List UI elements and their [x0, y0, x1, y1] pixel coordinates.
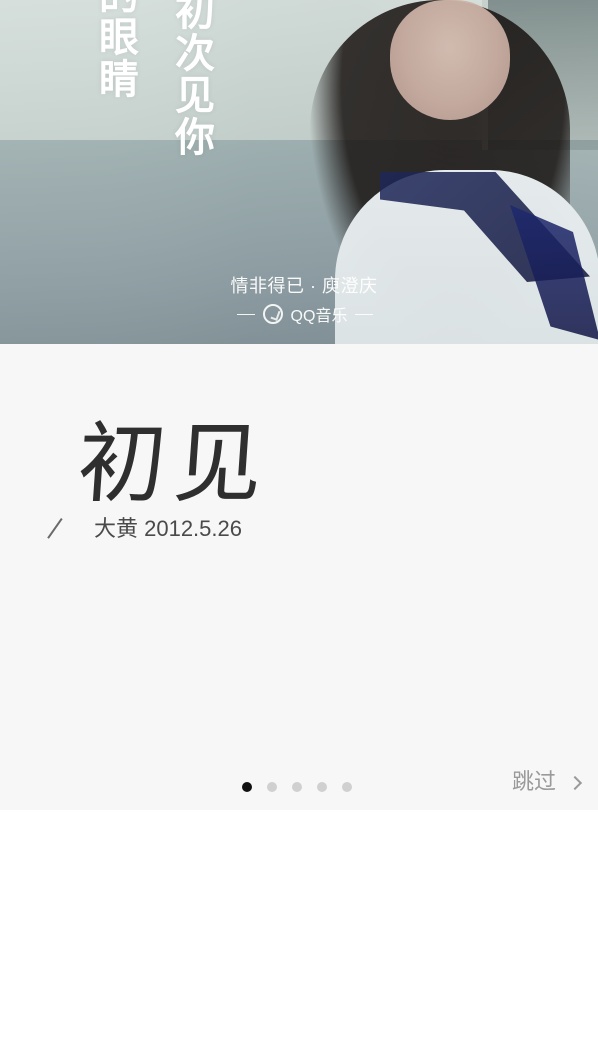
page-dot-4[interactable] — [317, 782, 327, 792]
page-dot-5[interactable] — [342, 782, 352, 792]
brand-label: QQ音乐 — [290, 308, 348, 325]
skip-button[interactable]: 跳过 — [512, 770, 582, 796]
page-title: 初见 — [74, 412, 274, 515]
hero-vertical-title-1: 的眼睛 — [92, 0, 139, 100]
page-dot-1[interactable] — [242, 782, 252, 792]
hero-person-face — [390, 0, 510, 120]
meta-line: 大黄 2012.5.26 — [56, 516, 242, 542]
slash-icon — [56, 518, 78, 540]
page-dot-3[interactable] — [292, 782, 302, 792]
skip-label: 跳过 — [511, 770, 556, 795]
brand-line: QQ音乐 — [220, 302, 390, 326]
page-dot-2[interactable] — [267, 782, 277, 792]
song-credit: 情非得已 · 庾澄庆 — [230, 276, 378, 296]
splash-screen: 的眼睛 初次见你 情非得已 · 庾澄庆 QQ音乐 初见 大黄 2012.5.26 — [0, 0, 598, 1064]
chevron-right-icon — [570, 777, 582, 789]
brand-right-dash — [355, 313, 374, 315]
qq-music-icon — [262, 304, 283, 324]
content-card: 初见 大黄 2012.5.26 跳过 — [0, 344, 598, 810]
page-indicator — [242, 780, 352, 794]
hero-vertical-title-2: 初次见你 — [168, 0, 215, 158]
meta-text: 大黄 2012.5.26 — [94, 516, 242, 541]
hero-image: 的眼睛 初次见你 情非得已 · 庾澄庆 QQ音乐 — [0, 0, 598, 344]
brand-left-dash — [236, 313, 255, 315]
